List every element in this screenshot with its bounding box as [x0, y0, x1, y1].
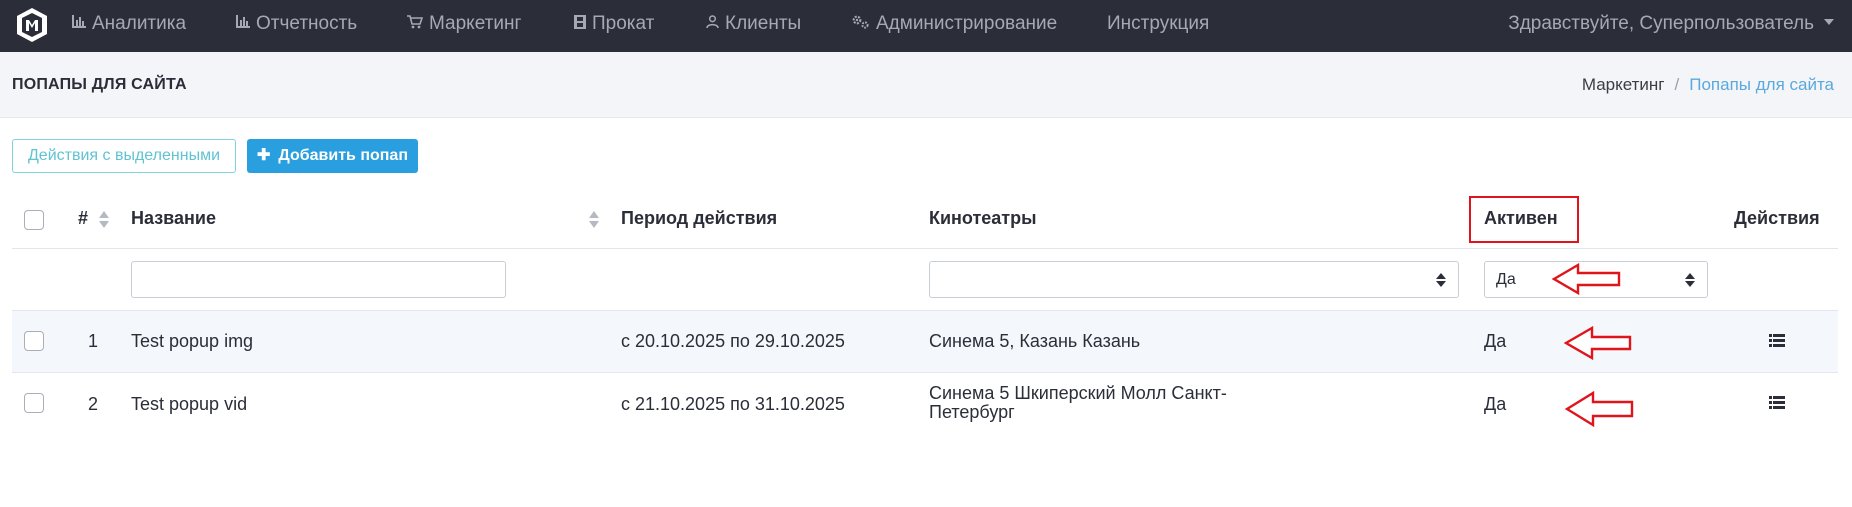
page-header: ПОПАПЫ ДЛЯ САЙТА Маркетинг / Попапы для са… — [0, 52, 1852, 118]
row-name: Test popup vid — [131, 394, 248, 414]
gears-icon — [852, 15, 869, 29]
cart-icon — [407, 15, 423, 29]
breadcrumb-separator: / — [1674, 75, 1680, 94]
plus-icon: ✚ — [256, 147, 271, 164]
row-active: Да — [1484, 331, 1507, 351]
user-icon — [706, 15, 719, 29]
select-arrows-icon — [1436, 273, 1446, 287]
select-arrows-icon — [1685, 273, 1695, 287]
select-all-checkbox[interactable] — [24, 210, 44, 230]
cinemas-filter-select[interactable] — [929, 261, 1459, 298]
nav-label: Инструкция — [1107, 13, 1210, 34]
film-icon — [574, 14, 586, 29]
page-title: ПОПАПЫ ДЛЯ САЙТА — [12, 76, 187, 93]
row-period: с 20.10.2025 по 29.10.2025 — [621, 331, 845, 351]
sort-icon[interactable] — [99, 210, 109, 230]
nav-item-admin[interactable]: Администрирование — [852, 0, 1057, 52]
list-icon[interactable] — [1769, 396, 1785, 410]
active-filter-value: Да — [1496, 271, 1516, 288]
nav-label: Маркетинг — [429, 13, 522, 34]
nav-item-manual[interactable]: Инструкция — [1107, 0, 1209, 52]
logo-icon[interactable] — [16, 7, 48, 43]
name-filter-input[interactable] — [131, 261, 506, 298]
bar-chart-icon — [236, 15, 250, 29]
top-navbar: Аналитика Отчетность Маркетинг Прокат Кл… — [0, 0, 1852, 52]
nav-label: Отчетность — [256, 13, 358, 34]
row-period: с 21.10.2025 по 31.10.2025 — [621, 394, 845, 414]
add-popup-button[interactable]: ✚ Добавить попап — [247, 139, 418, 173]
divider — [12, 372, 1838, 373]
breadcrumb-current[interactable]: Попапы для сайта — [1689, 75, 1834, 94]
nav-item-reports[interactable]: Отчетность — [236, 0, 357, 52]
user-menu[interactable]: Здравствуйте, Суперпользователь — [1508, 0, 1834, 52]
arrow-left-icon — [1564, 326, 1632, 360]
arrow-left-icon — [1565, 391, 1634, 427]
nav-item-marketing[interactable]: Маркетинг — [407, 0, 521, 52]
nav-item-rental[interactable]: Прокат — [574, 0, 654, 52]
nav-item-clients[interactable]: Клиенты — [706, 0, 801, 52]
row-number: 1 — [88, 331, 99, 351]
breadcrumb-root[interactable]: Маркетинг — [1582, 75, 1665, 94]
row-cinemas: Синема 5 Шкиперский Молл Санкт-Петербург — [929, 383, 1227, 422]
row-number: 2 — [88, 394, 99, 414]
divider — [12, 248, 1838, 249]
user-greeting: Здравствуйте, Суперпользователь — [1508, 13, 1814, 34]
chevron-down-icon — [1824, 18, 1834, 25]
nav-label: Клиенты — [725, 13, 802, 34]
bulk-actions-button[interactable]: Действия с выделенными — [12, 139, 236, 173]
column-header-cinemas: Кинотеатры — [929, 208, 1037, 228]
arrow-left-icon — [1552, 263, 1621, 295]
highlight-box — [1469, 196, 1579, 243]
nav-item-analytics[interactable]: Аналитика — [72, 0, 186, 52]
column-header-period: Период действия — [621, 208, 778, 228]
column-header-actions: Действия — [1734, 208, 1820, 228]
nav-label: Прокат — [592, 13, 655, 34]
column-header-name[interactable]: Название — [131, 208, 216, 229]
nav-label: Администрирование — [876, 13, 1058, 34]
breadcrumb: Маркетинг / Попапы для сайта — [1582, 75, 1834, 95]
list-icon[interactable] — [1769, 334, 1785, 348]
row-name: Test popup img — [131, 331, 254, 351]
nav-label: Аналитика — [92, 13, 187, 34]
row-cinemas: Синема 5, Казань Казань — [929, 331, 1141, 351]
add-popup-label: Добавить попап — [278, 147, 408, 164]
row-active: Да — [1484, 394, 1507, 414]
bar-chart-icon — [72, 15, 86, 29]
sort-icon[interactable] — [589, 210, 599, 230]
row-checkbox[interactable] — [24, 331, 44, 351]
row-checkbox[interactable] — [24, 393, 44, 413]
column-header-number[interactable]: # — [78, 208, 88, 229]
